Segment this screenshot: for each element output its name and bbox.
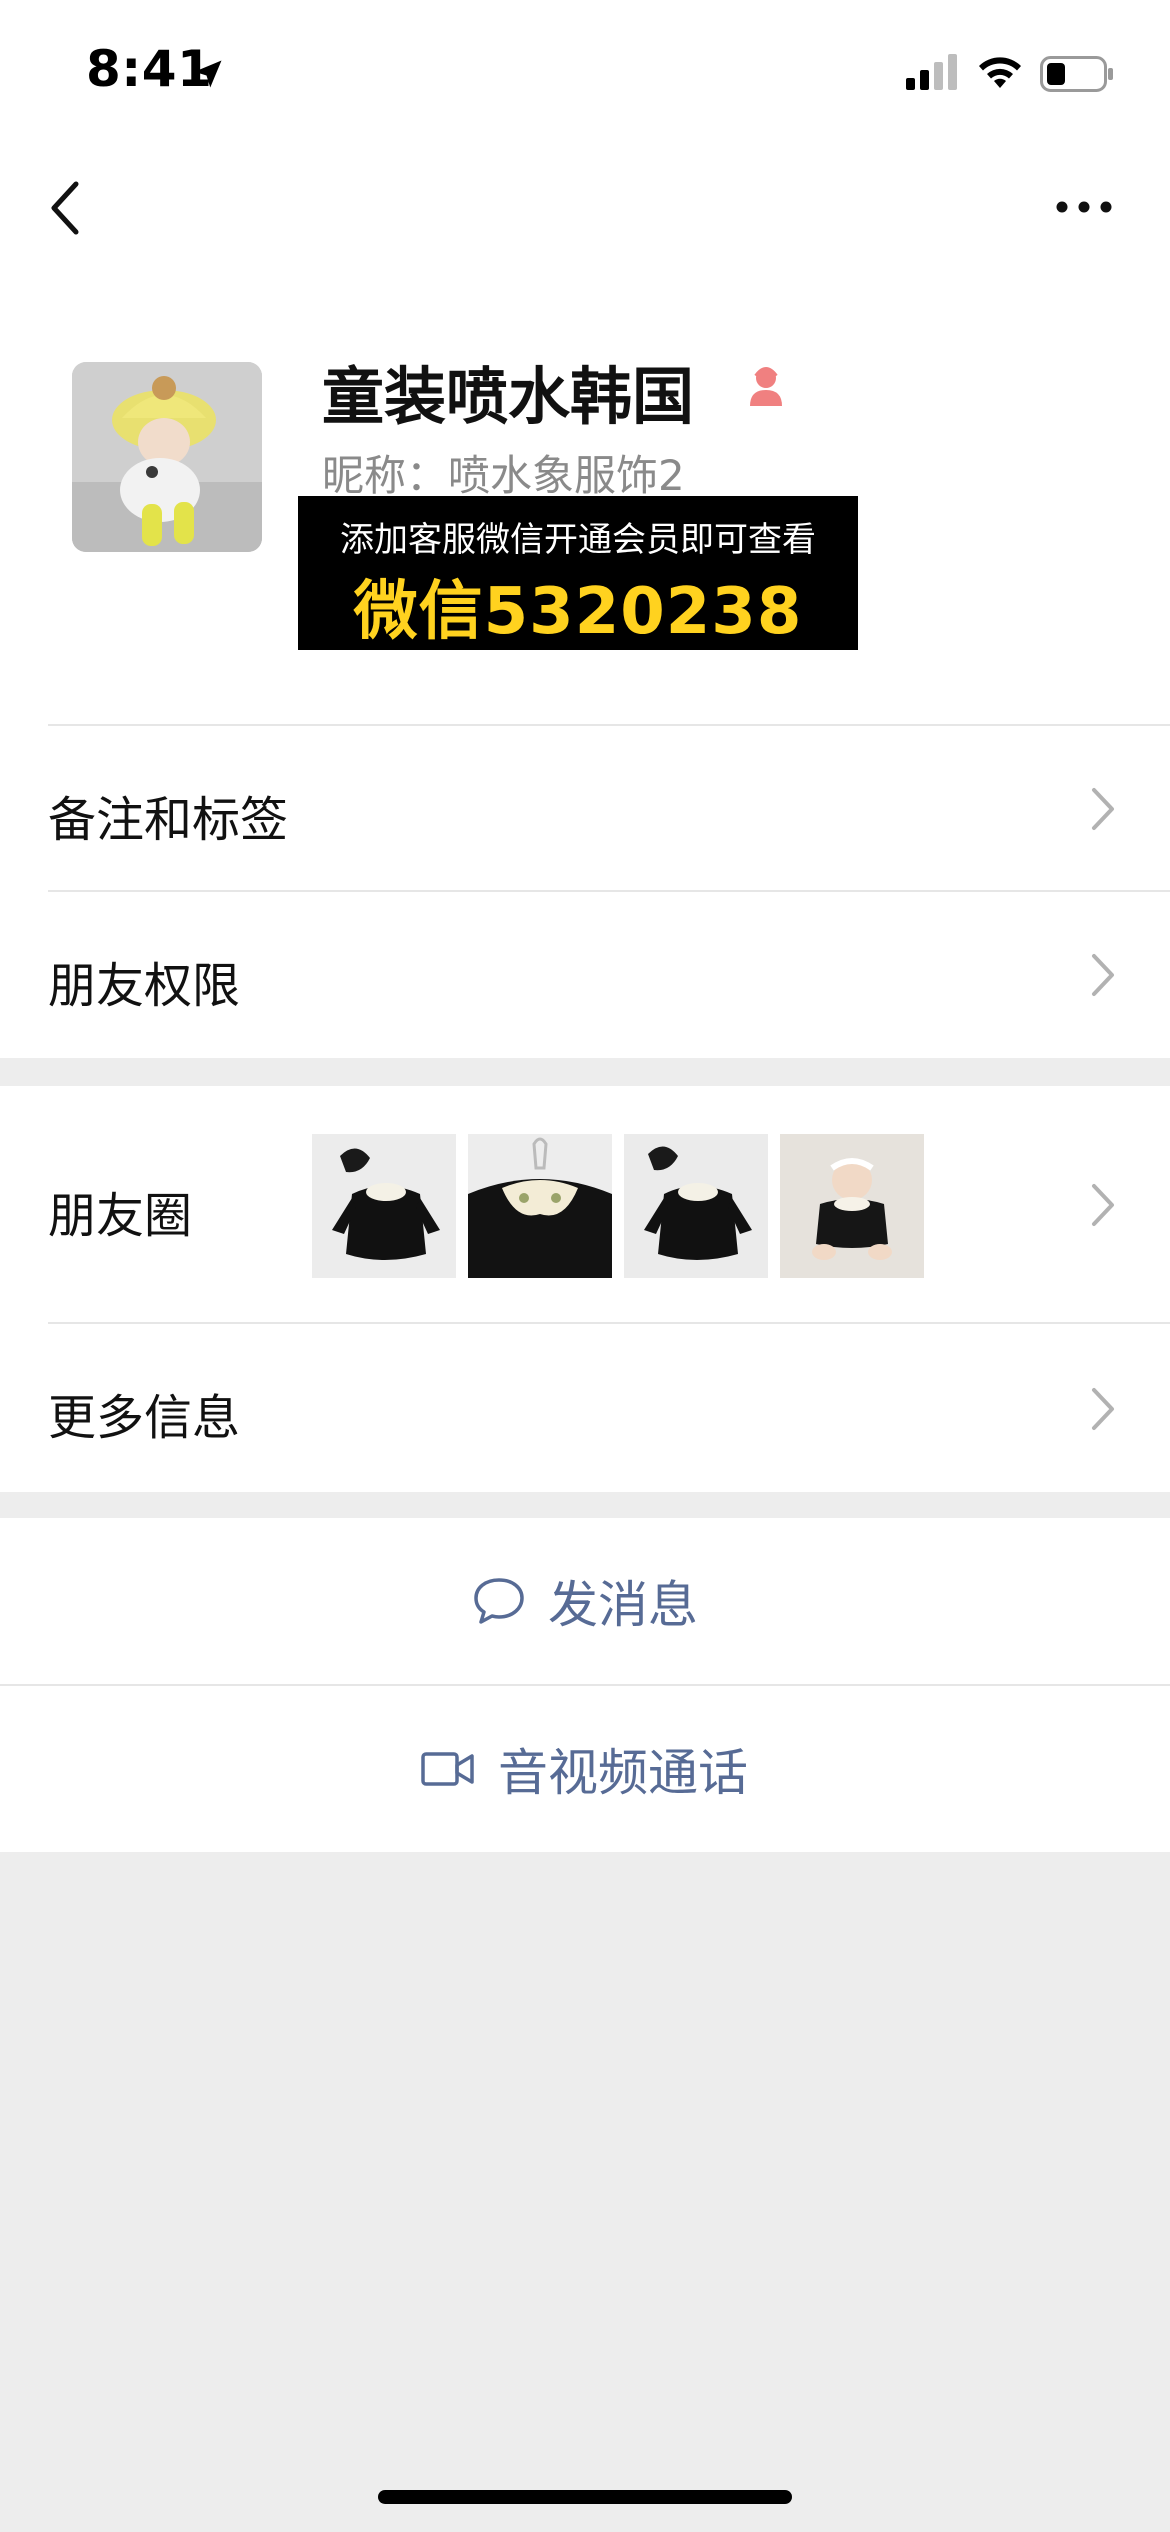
row-friend-permissions[interactable]: 朋友权限 bbox=[0, 892, 1170, 1058]
avatar-photo bbox=[72, 362, 262, 552]
back-chevron-icon[interactable] bbox=[46, 178, 86, 238]
send-message-content: 发消息 bbox=[472, 1518, 698, 1684]
promo-line2: 微信5320238 bbox=[353, 575, 803, 649]
row-remarks-tags[interactable]: 备注和标签 bbox=[0, 726, 1170, 892]
contact-profile-screen: 8:41 童装喷水韩国 昵称：喷水象服饰2 添加客服微信开通会员即可查看 微信5… bbox=[0, 0, 1170, 2532]
video-camera-icon bbox=[421, 1752, 474, 1786]
send-message-label: 发消息 bbox=[548, 1576, 698, 1634]
row-label: 朋友圈 bbox=[48, 1188, 193, 1244]
row-label: 朋友权限 bbox=[48, 958, 241, 1014]
profile-name: 童装喷水韩国 bbox=[322, 360, 695, 433]
send-message-button[interactable]: 发消息 bbox=[0, 1518, 1170, 1684]
row-label: 更多信息 bbox=[48, 1390, 241, 1446]
moments-thumbnail bbox=[312, 1134, 456, 1278]
moments-thumbnail bbox=[624, 1134, 768, 1278]
chevron-right-icon bbox=[1092, 788, 1114, 830]
promo-banner: 添加客服微信开通会员即可查看 微信5320238 bbox=[298, 496, 858, 650]
profile-nickname: 昵称：喷水象服饰2 bbox=[322, 451, 685, 500]
video-call-label: 音视频通话 bbox=[498, 1744, 748, 1802]
video-call-button[interactable]: 音视频通话 bbox=[0, 1686, 1170, 1852]
female-icon bbox=[750, 367, 782, 406]
nav-bar bbox=[0, 140, 1170, 270]
profile-header: 童装喷水韩国 昵称：喷水象服饰2 添加客服微信开通会员即可查看 微信532023… bbox=[0, 270, 1170, 726]
row-label: 备注和标签 bbox=[48, 792, 289, 848]
home-indicator bbox=[378, 2490, 792, 2504]
more-options-icon[interactable] bbox=[1054, 192, 1114, 222]
video-call-content: 音视频通话 bbox=[420, 1686, 748, 1852]
row-moments[interactable]: 朋友圈 bbox=[0, 1086, 1170, 1324]
location-arrow-icon bbox=[194, 60, 222, 88]
wifi-icon bbox=[979, 57, 1021, 88]
moments-thumbnail bbox=[780, 1134, 924, 1278]
battery-icon bbox=[1040, 56, 1113, 92]
chevron-right-icon bbox=[1092, 954, 1114, 996]
status-bar: 8:41 bbox=[0, 0, 1170, 140]
cellular-signal-icon bbox=[906, 54, 957, 90]
chat-bubble-icon bbox=[474, 1578, 524, 1624]
row-more-info[interactable]: 更多信息 bbox=[0, 1324, 1170, 1492]
moments-thumbnail bbox=[468, 1134, 612, 1278]
chevron-right-icon bbox=[1092, 1184, 1114, 1226]
avatar[interactable] bbox=[72, 362, 262, 552]
promo-line1: 添加客服微信开通会员即可查看 bbox=[340, 520, 816, 560]
chevron-right-icon bbox=[1092, 1388, 1114, 1430]
